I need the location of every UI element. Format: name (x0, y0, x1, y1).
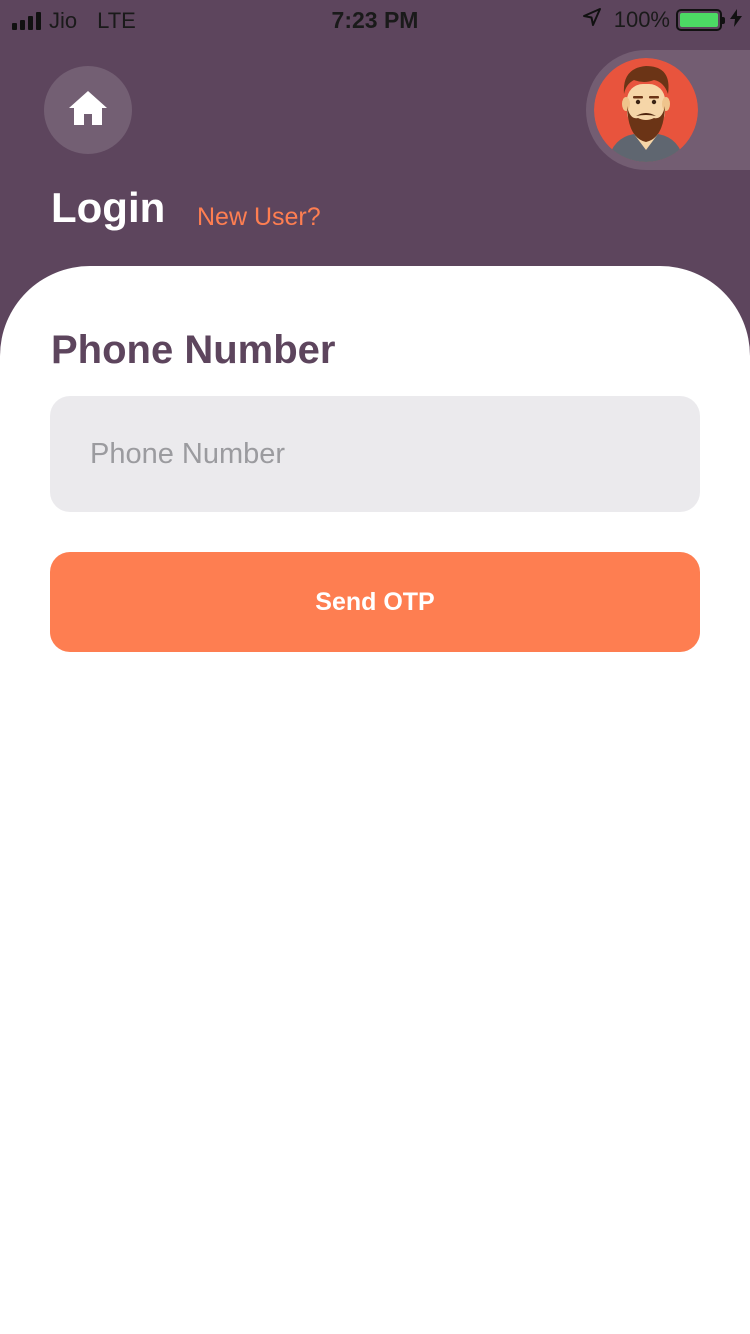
home-button[interactable] (44, 66, 132, 154)
status-bar: Jio LTE 7:23 PM 100% (0, 0, 750, 40)
login-card: Phone Number Send OTP (0, 266, 750, 1334)
page-title: Login (51, 184, 166, 231)
battery-fill (680, 13, 718, 27)
new-user-link[interactable]: New User? (197, 203, 321, 232)
bearded-man-avatar-icon (594, 58, 698, 162)
home-icon (67, 89, 109, 132)
battery-percent: 100% (613, 7, 670, 32)
profile-avatar-button[interactable] (586, 50, 750, 170)
login-screen: Jio LTE 7:23 PM 100% Login New User? Pho… (0, 0, 750, 1334)
battery-icon (676, 9, 725, 31)
location-arrow-icon (582, 7, 602, 33)
status-right: 100% (582, 7, 742, 33)
phone-number-input[interactable] (50, 396, 700, 512)
charging-bolt-icon (730, 8, 742, 32)
avatar (594, 58, 698, 162)
send-otp-button[interactable]: Send OTP (50, 552, 700, 652)
phone-number-label: Phone Number (51, 328, 336, 372)
